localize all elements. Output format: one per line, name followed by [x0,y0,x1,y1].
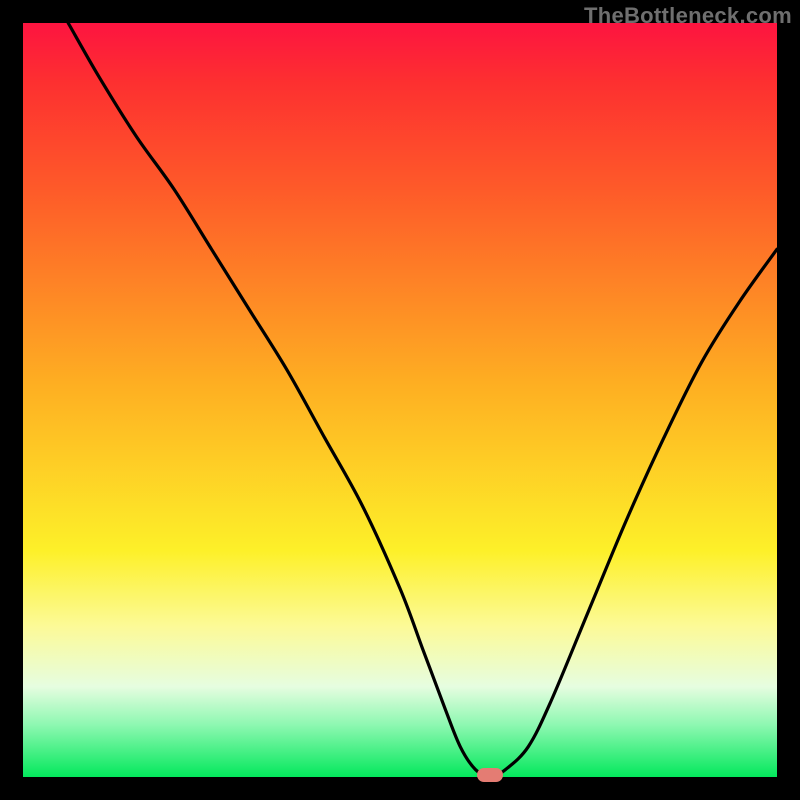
bottleneck-curve [23,23,777,777]
watermark-text: TheBottleneck.com [584,3,792,29]
chart-frame: TheBottleneck.com [0,0,800,800]
min-marker [477,768,503,782]
plot-area [23,23,777,777]
